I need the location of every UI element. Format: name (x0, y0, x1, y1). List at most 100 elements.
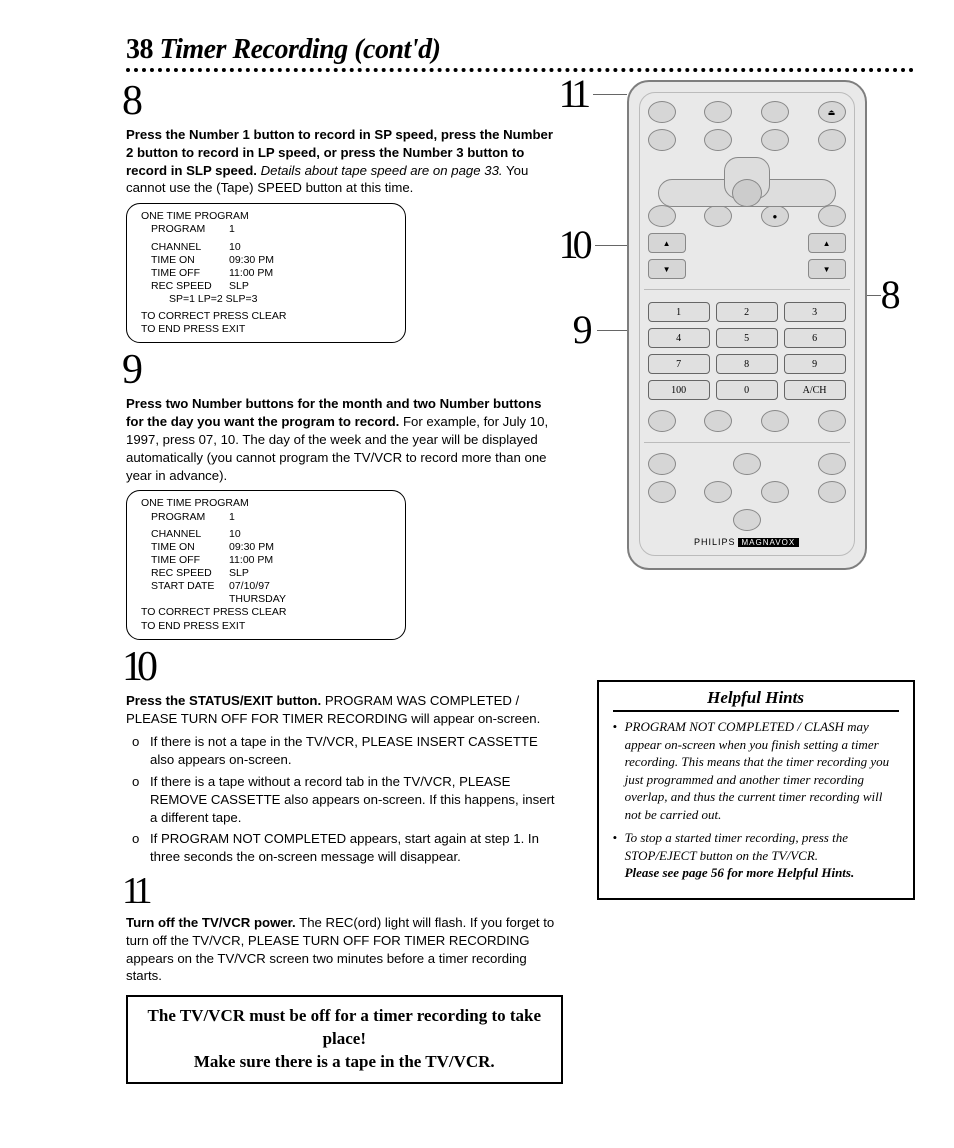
callout-8: 8 (881, 275, 895, 315)
page-title-text: Timer Recording (cont'd) (160, 34, 441, 65)
osd1-channel-lbl: CHANNEL (151, 241, 229, 254)
remote-button (704, 129, 732, 151)
remote-button (761, 481, 789, 503)
osd2-timeon-lbl: TIME ON (151, 541, 229, 554)
remote-num-8: 8 (716, 354, 778, 374)
remote-navpad (648, 157, 846, 199)
hint-item-text: To stop a started timer recording, press… (625, 830, 848, 863)
step-10-bullets: If there is not a tape in the TV/VCR, PL… (126, 733, 563, 866)
note-line-1: The TV/VCR must be off for a timer recor… (138, 1005, 551, 1051)
remote-top-row: ⏏ (648, 101, 846, 123)
osd2-recspeed-lbl: REC SPEED (151, 567, 229, 580)
step-number-9: 9 (122, 349, 563, 391)
remote-inner: ⏏ ● (639, 92, 855, 556)
osd2-startdate-val: 07/10/97 (229, 580, 270, 593)
step-8-body: Press the Number 1 button to record in S… (126, 126, 563, 197)
remote-row-lower2 (648, 481, 846, 503)
osd2-timeoff-lbl: TIME OFF (151, 554, 229, 567)
step-number-8: 8 (122, 80, 563, 122)
callout-10-line (595, 245, 627, 246)
remote-row-vol: ▲ ▲ (648, 233, 846, 253)
remote-num-6: 6 (784, 328, 846, 348)
remote-button (648, 410, 676, 432)
osd1-timeon-val: 09:30 PM (229, 254, 274, 267)
remote-num-4: 4 (648, 328, 710, 348)
remote-rec-button: ● (761, 205, 789, 227)
osd2-channel-lbl: CHANNEL (151, 528, 229, 541)
callout-10: 10 (559, 225, 587, 265)
remote-button (818, 129, 846, 151)
remote-row-skip (648, 509, 846, 531)
helpful-hints-title: Helpful Hints (613, 688, 899, 712)
remote-num-0: 0 (716, 380, 778, 400)
remote-skipsearch-button (733, 509, 761, 531)
step-10-bold: Press the STATUS/EXIT button. (126, 693, 321, 708)
remote-separator (644, 442, 850, 443)
remote-ch-button: ▼ (808, 259, 846, 279)
remote-button (818, 481, 846, 503)
remote-button (648, 481, 676, 503)
remote-memory-button (733, 453, 761, 475)
remote-button (761, 410, 789, 432)
step-9-body: Press two Number buttons for the month a… (126, 395, 563, 484)
hint-item: To stop a started timer recording, press… (613, 829, 899, 882)
page-number: 38 (126, 34, 153, 65)
remote-button (648, 129, 676, 151)
remote-num-2: 2 (716, 302, 778, 322)
brand-magnavox: MAGNAVOX (738, 538, 800, 547)
step-11-bold: Turn off the TV/VCR power. (126, 915, 296, 930)
osd2-program-val: 1 (229, 511, 235, 524)
remote-number-grid: 1 2 3 4 5 6 7 8 9 100 0 A/CH (648, 302, 846, 400)
remote-num-5: 5 (716, 328, 778, 348)
remote-num-ach: A/CH (784, 380, 846, 400)
columns: 8 Press the Number 1 button to record in… (126, 80, 914, 1084)
left-column: 8 Press the Number 1 button to record in… (126, 80, 563, 1084)
remote-row-2 (648, 129, 846, 151)
remote-button (704, 481, 732, 503)
remote-sleep-button (704, 101, 732, 123)
remote-row-lower (648, 453, 846, 475)
remote-row-mid: ● (648, 205, 846, 227)
remote-button (818, 453, 846, 475)
osd-box-2: ONE TIME PROGRAM PROGRAM1 CHANNEL10 TIME… (126, 490, 406, 639)
manual-page: 38 Timer Recording (cont'd) 8 Press the … (0, 0, 954, 1148)
remote-eject-button: ⏏ (818, 101, 846, 123)
osd1-timeon-lbl: TIME ON (151, 254, 229, 267)
osd2-startdate-lbl: START DATE (151, 580, 229, 593)
osd1-footer1: TO CORRECT PRESS CLEAR (141, 310, 395, 323)
remote-num-100: 100 (648, 380, 710, 400)
dotted-rule (126, 68, 914, 72)
remote-num-3: 3 (784, 302, 846, 322)
hints-list: PROGRAM NOT COMPLETED / CLASH may appear… (613, 718, 899, 882)
remote-button (648, 205, 676, 227)
remote-row-vol2: ▼ ▼ (648, 259, 846, 279)
osd1-title: ONE TIME PROGRAM (141, 210, 395, 223)
osd1-channel-val: 10 (229, 241, 241, 254)
remote-below-num-row (648, 410, 846, 432)
hint-item: PROGRAM NOT COMPLETED / CLASH may appear… (613, 718, 899, 823)
remote-mute-button (761, 101, 789, 123)
helpful-hints-box: Helpful Hints PROGRAM NOT COMPLETED / CL… (597, 680, 915, 900)
hint-see-more: Please see page 56 for more Helpful Hint… (625, 865, 855, 880)
remote-ch-button: ▲ (808, 233, 846, 253)
remote-status-exit-button (704, 205, 732, 227)
remote-illustration: ⏏ ● (627, 80, 867, 570)
osd-box-1: ONE TIME PROGRAM PROGRAM1 CHANNEL10 TIME… (126, 203, 406, 343)
remote-num-7: 7 (648, 354, 710, 374)
remote-num-1: 1 (648, 302, 710, 322)
right-column: 11 ⏏ (587, 80, 914, 1084)
osd1-recspeed-lbl: REC SPEED (151, 280, 229, 293)
callout-11: 11 (559, 74, 586, 114)
remote-clear-button (818, 205, 846, 227)
osd2-timeoff-val: 11:00 PM (229, 554, 273, 567)
step-10-body: Press the STATUS/EXIT button. PROGRAM WA… (126, 692, 563, 728)
remote-vol-button: ▲ (648, 233, 686, 253)
remote-button (761, 129, 789, 151)
step-10-bullet: If there is a tape without a record tab … (126, 773, 563, 826)
osd2-channel-val: 10 (229, 528, 241, 541)
remote-power-button (648, 101, 676, 123)
brand-philips: PHILIPS (694, 537, 736, 547)
remote-button (818, 410, 846, 432)
osd1-timeoff-val: 11:00 PM (229, 267, 273, 280)
step-number-10: 10 (122, 646, 563, 688)
